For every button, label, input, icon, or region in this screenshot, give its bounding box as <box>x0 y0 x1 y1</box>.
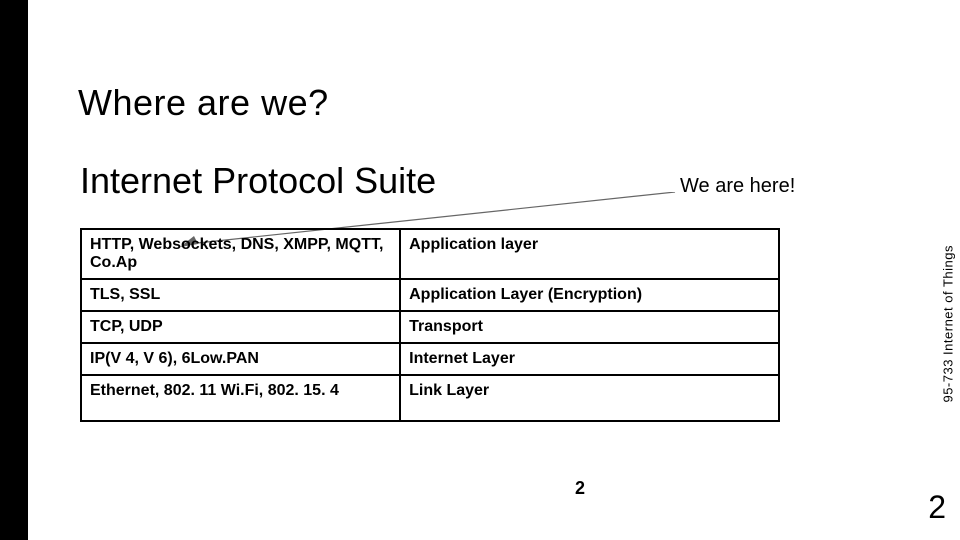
slide: Where are we? Internet Protocol Suite We… <box>0 0 960 540</box>
cell-layer: Link Layer <box>400 375 779 421</box>
page-title: Where are we? <box>78 82 329 124</box>
left-accent-bar <box>0 0 28 540</box>
cell-protocols: TLS, SSL <box>81 279 400 311</box>
cell-protocols: TCP, UDP <box>81 311 400 343</box>
page-number-center: 2 <box>575 478 585 499</box>
cell-layer: Transport <box>400 311 779 343</box>
table-row: TCP, UDP Transport <box>81 311 779 343</box>
cell-protocols: IP(V 4, V 6), 6Low.PAN <box>81 343 400 375</box>
cell-protocols: HTTP, Websockets, DNS, XMPP, MQTT, Co.Ap <box>81 229 400 279</box>
table-row: TLS, SSL Application Layer (Encryption) <box>81 279 779 311</box>
page-number-right: 2 <box>928 489 946 526</box>
cell-layer: Application Layer (Encryption) <box>400 279 779 311</box>
protocol-table: HTTP, Websockets, DNS, XMPP, MQTT, Co.Ap… <box>80 228 780 422</box>
table-row: Ethernet, 802. 11 Wi.Fi, 802. 15. 4 Link… <box>81 375 779 421</box>
annotation-we-are-here: We are here! <box>680 175 795 198</box>
table-row: IP(V 4, V 6), 6Low.PAN Internet Layer <box>81 343 779 375</box>
table-row: HTTP, Websockets, DNS, XMPP, MQTT, Co.Ap… <box>81 229 779 279</box>
cell-layer: Application layer <box>400 229 779 279</box>
page-subtitle: Internet Protocol Suite <box>80 160 436 202</box>
cell-layer: Internet Layer <box>400 343 779 375</box>
course-label: 95-733 Internet of Things <box>941 245 956 403</box>
cell-protocols: Ethernet, 802. 11 Wi.Fi, 802. 15. 4 <box>81 375 400 421</box>
